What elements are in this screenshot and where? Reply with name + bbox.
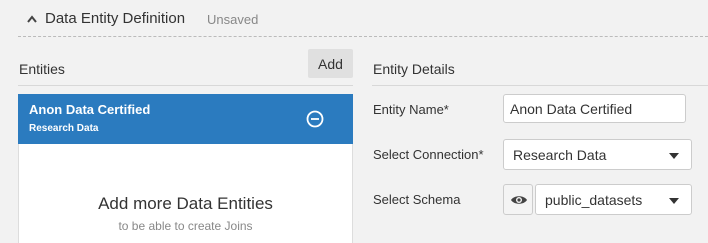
empty-entities-panel: Add more Data Entities to be able to cre… [18, 144, 353, 243]
section-title: Data Entity Definition [45, 10, 186, 27]
save-status: Unsaved [207, 12, 259, 27]
entities-heading-rule [18, 85, 353, 86]
details-heading-rule [372, 85, 708, 86]
empty-state-subtitle: to be able to create Joins [118, 219, 253, 233]
entities-heading: Entities [19, 61, 65, 77]
caret-down-icon [669, 198, 679, 204]
empty-state-title: Add more Data Entities [98, 194, 273, 213]
entity-name-label: Entity Name* [373, 102, 449, 117]
entity-list-item[interactable]: Anon Data Certified Research Data [18, 94, 353, 144]
section-divider [18, 36, 708, 37]
entity-details-heading: Entity Details [373, 61, 455, 77]
schema-label: Select Schema [373, 192, 461, 207]
connection-label: Select Connection* [373, 147, 484, 162]
caret-down-icon [669, 153, 679, 159]
schema-select[interactable]: public_datasets [535, 184, 692, 215]
entity-item-connection: Research Data [29, 123, 99, 134]
section-header[interactable]: Data Entity Definition Unsaved [0, 0, 708, 36]
entity-name-input[interactable] [503, 94, 686, 123]
connection-select-value: Research Data [513, 147, 607, 163]
add-entity-button[interactable]: Add [308, 49, 353, 78]
entity-item-name: Anon Data Certified [29, 102, 151, 117]
schema-preview-button[interactable] [503, 184, 533, 215]
eye-icon [511, 196, 527, 204]
connection-select[interactable]: Research Data [503, 139, 692, 170]
schema-select-value: public_datasets [545, 192, 643, 208]
minus-circle-icon[interactable] [306, 110, 324, 128]
chevron-up-icon[interactable] [26, 14, 38, 24]
